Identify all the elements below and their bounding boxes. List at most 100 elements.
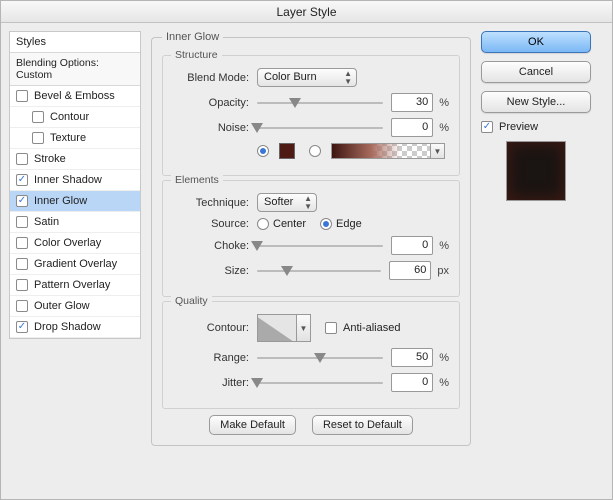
- style-item-inner-glow[interactable]: Inner Glow: [10, 191, 140, 212]
- technique-value: Softer: [264, 196, 293, 208]
- structure-group: Structure Blend Mode: Color Burn ▲▼ Opac…: [162, 55, 460, 176]
- elements-group: Elements Technique: Softer ▲▼ Source: Ce…: [162, 180, 460, 297]
- panel-title: Inner Glow: [162, 31, 223, 43]
- jitter-input[interactable]: 0: [391, 373, 433, 392]
- style-item-label: Satin: [34, 216, 59, 228]
- style-item-outer-glow[interactable]: Outer Glow: [10, 296, 140, 317]
- style-item-satin[interactable]: Satin: [10, 212, 140, 233]
- noise-input[interactable]: 0: [391, 118, 433, 137]
- style-checkbox[interactable]: [32, 111, 44, 123]
- action-column: OK Cancel New Style... Preview: [481, 31, 591, 456]
- antialias-label: Anti-aliased: [343, 322, 400, 334]
- style-item-contour[interactable]: Contour: [10, 107, 140, 128]
- source-label: Source:: [173, 218, 249, 230]
- style-item-label: Color Overlay: [34, 237, 101, 249]
- noise-slider[interactable]: [257, 121, 383, 135]
- chevron-updown-icon: ▲▼: [344, 70, 352, 86]
- noise-unit: %: [439, 122, 449, 134]
- ok-button[interactable]: OK: [481, 31, 591, 53]
- preview-checkbox[interactable]: [481, 121, 493, 133]
- style-item-label: Stroke: [34, 153, 66, 165]
- technique-select[interactable]: Softer ▲▼: [257, 193, 317, 212]
- style-checkbox[interactable]: [16, 153, 28, 165]
- style-checkbox[interactable]: [16, 90, 28, 102]
- style-checkbox[interactable]: [16, 300, 28, 312]
- style-item-label: Gradient Overlay: [34, 258, 117, 270]
- choke-input[interactable]: 0: [391, 236, 433, 255]
- style-checkbox[interactable]: [16, 279, 28, 291]
- style-item-label: Drop Shadow: [34, 321, 101, 333]
- jitter-label: Jitter:: [173, 377, 249, 389]
- style-checkbox[interactable]: [16, 258, 28, 270]
- contour-dropdown-icon[interactable]: ▼: [297, 314, 311, 342]
- contour-picker[interactable]: [257, 314, 297, 342]
- blending-options-row[interactable]: Blending Options: Custom: [10, 53, 140, 86]
- size-label: Size:: [173, 265, 249, 277]
- style-item-gradient-overlay[interactable]: Gradient Overlay: [10, 254, 140, 275]
- choke-label: Choke:: [173, 240, 249, 252]
- blend-mode-select[interactable]: Color Burn ▲▼: [257, 68, 357, 87]
- inner-glow-panel: Inner Glow Structure Blend Mode: Color B…: [151, 31, 471, 446]
- source-edge-label: Edge: [336, 218, 362, 230]
- noise-label: Noise:: [173, 122, 249, 134]
- size-slider[interactable]: [257, 264, 381, 278]
- range-input[interactable]: 50: [391, 348, 433, 367]
- style-item-texture[interactable]: Texture: [10, 128, 140, 149]
- style-checkbox[interactable]: [16, 216, 28, 228]
- quality-group: Quality Contour: ▼ Anti-aliased Range: 5…: [162, 301, 460, 409]
- range-slider[interactable]: [257, 351, 383, 365]
- source-center-radio[interactable]: [257, 218, 269, 230]
- blend-mode-label: Blend Mode:: [173, 72, 249, 84]
- style-checkbox[interactable]: [16, 174, 28, 186]
- style-item-label: Pattern Overlay: [34, 279, 110, 291]
- style-item-label: Contour: [50, 111, 89, 123]
- style-checkbox[interactable]: [16, 237, 28, 249]
- jitter-slider[interactable]: [257, 376, 383, 390]
- style-item-inner-shadow[interactable]: Inner Shadow: [10, 170, 140, 191]
- preview-thumbnail: [506, 141, 566, 201]
- source-edge-radio[interactable]: [320, 218, 332, 230]
- color-radio[interactable]: [257, 145, 269, 157]
- style-checkbox[interactable]: [16, 195, 28, 207]
- range-label: Range:: [173, 352, 249, 364]
- style-item-label: Texture: [50, 132, 86, 144]
- style-item-bevel-emboss[interactable]: Bevel & Emboss: [10, 86, 140, 107]
- style-checkbox[interactable]: [16, 321, 28, 333]
- jitter-unit: %: [439, 377, 449, 389]
- contour-label: Contour:: [173, 322, 249, 334]
- layer-style-dialog: Layer Style Styles Blending Options: Cus…: [0, 0, 613, 500]
- styles-sidebar: Styles Blending Options: Custom Bevel & …: [9, 31, 141, 456]
- style-item-pattern-overlay[interactable]: Pattern Overlay: [10, 275, 140, 296]
- opacity-label: Opacity:: [173, 97, 249, 109]
- opacity-input[interactable]: 30: [391, 93, 433, 112]
- gradient-radio[interactable]: [309, 145, 321, 157]
- range-unit: %: [439, 352, 449, 364]
- style-item-label: Outer Glow: [34, 300, 90, 312]
- opacity-unit: %: [439, 97, 449, 109]
- styles-heading[interactable]: Styles: [10, 32, 140, 53]
- style-item-label: Inner Shadow: [34, 174, 102, 186]
- gradient-swatch[interactable]: [331, 143, 431, 159]
- style-item-label: Inner Glow: [34, 195, 87, 207]
- quality-title: Quality: [171, 295, 212, 307]
- cancel-button[interactable]: Cancel: [481, 61, 591, 83]
- size-input[interactable]: 60: [389, 261, 431, 280]
- structure-title: Structure: [171, 49, 222, 61]
- reset-default-button[interactable]: Reset to Default: [312, 415, 413, 435]
- style-item-color-overlay[interactable]: Color Overlay: [10, 233, 140, 254]
- gradient-dropdown-icon[interactable]: ▼: [431, 143, 445, 159]
- new-style-button[interactable]: New Style...: [481, 91, 591, 113]
- choke-slider[interactable]: [257, 239, 383, 253]
- color-swatch[interactable]: [279, 143, 295, 159]
- make-default-button[interactable]: Make Default: [209, 415, 296, 435]
- antialias-checkbox[interactable]: [325, 322, 337, 334]
- window-title: Layer Style: [1, 1, 612, 23]
- opacity-slider[interactable]: [257, 96, 383, 110]
- chevron-updown-icon: ▲▼: [304, 195, 312, 211]
- technique-label: Technique:: [173, 197, 249, 209]
- source-center-label: Center: [273, 218, 306, 230]
- style-checkbox[interactable]: [32, 132, 44, 144]
- style-item-stroke[interactable]: Stroke: [10, 149, 140, 170]
- choke-unit: %: [439, 240, 449, 252]
- style-item-drop-shadow[interactable]: Drop Shadow: [10, 317, 140, 338]
